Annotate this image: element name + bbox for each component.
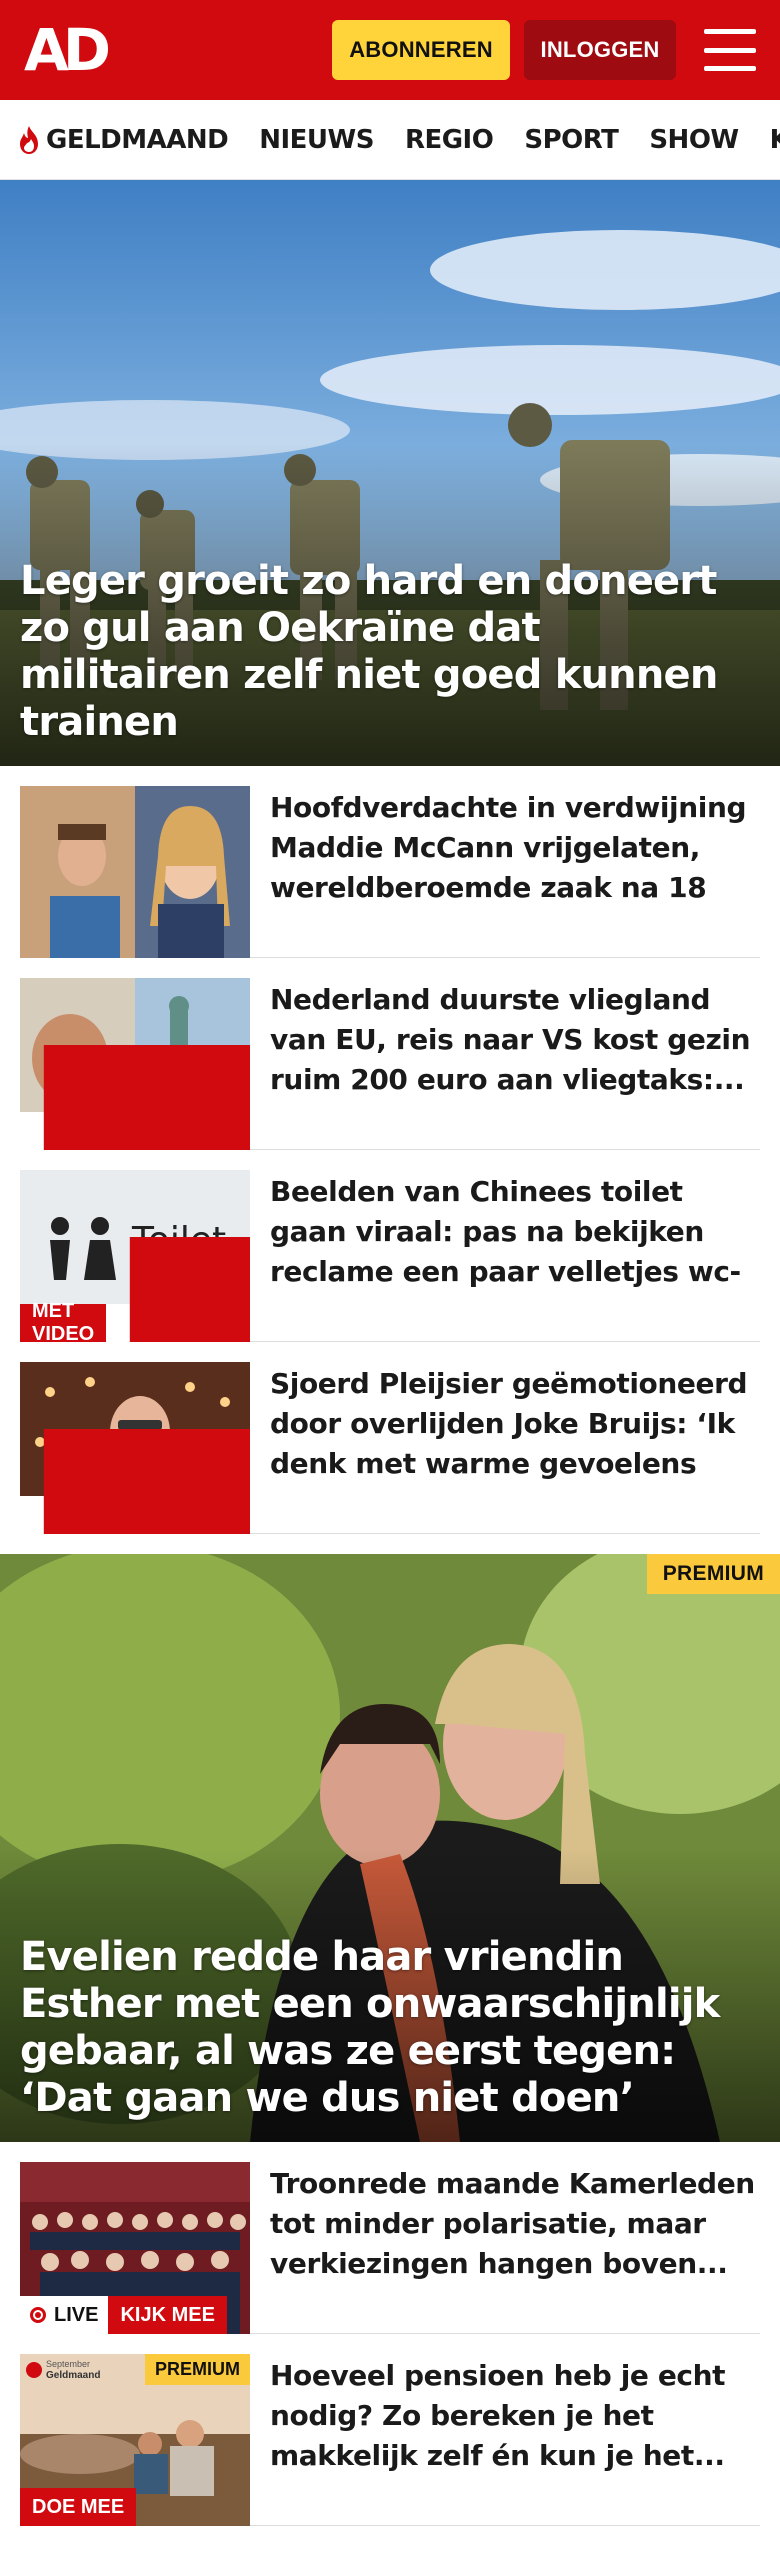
hero-headline: Evelien redde haar vriendin Esther met e… [20,1934,720,2121]
nav-item-nieuws[interactable]: NIEUWS [259,125,374,155]
nav-item-show[interactable]: SHOW [649,125,739,155]
geldmaand-logo-line2: Geldmaand [46,2370,100,2381]
login-button[interactable]: INLOGGEN [524,20,676,80]
live-badge[interactable]: LIVE [20,2296,109,2334]
article-thumbnail: LIVE KIJK MEE [20,2162,250,2334]
nav-item-label: GELDMAAND [46,124,229,155]
article-title: Nederland duurste vliegland van EU, reis… [270,983,751,1096]
article-thumbnail: 3 [20,1362,250,1534]
article-thumbnail: September Geldmaand PREMIUM DOE MEE [20,2354,250,2526]
nav-item-geldmaand[interactable]: GELDMAAND [16,124,229,155]
live-dot-icon [30,2307,46,2323]
article-title: Sjoerd Pleijsier geëmotioneerd door over… [270,1367,748,1480]
premium-badge: PREMIUM [145,2354,250,2385]
article-title: Troonrede maande Kamerleden tot minder p… [270,2167,755,2280]
list-item[interactable]: 3 Sjoerd Pleijsier geëmotioneerd door ov… [20,1342,760,1534]
subscribe-button[interactable]: ABONNEREN [332,20,510,80]
watch-live-button[interactable]: KIJK MEE [108,2296,227,2334]
comment-bubble-icon [43,1045,250,1150]
article-list-bottom: LIVE KIJK MEE Troonrede maande Kamerlede… [0,2142,780,2526]
article-title: Hoofdverdachte in verdwijning Maddie McC… [270,791,747,904]
article-thumbnail [20,786,250,958]
list-item[interactable]: LIVE KIJK MEE Troonrede maande Kamerlede… [20,2142,760,2334]
ad-logo[interactable]: AD [24,21,111,79]
hero-article-friends[interactable]: PREMIUM Evelien redde haar vriendin Esth… [0,1554,780,2142]
comment-count-badge[interactable]: 48 [20,1045,250,1150]
comment-bubble-icon [43,1429,250,1534]
site-header: AD ABONNEREN INLOGGEN [0,0,780,100]
list-item[interactable]: September Geldmaand PREMIUM DOE MEE Hoev… [20,2334,760,2526]
nav-item-regio[interactable]: REGIO [405,125,494,155]
comment-count-badge[interactable]: 3 [20,1429,250,1534]
list-item[interactable]: Toilet MET VIDEO 16 Beelden van Chinees … [20,1150,760,1342]
article-title: Hoeveel pensioen heb je echt nodig? Zo b… [270,2359,726,2472]
article-list-top: Hoofdverdachte in verdwijning Maddie McC… [0,766,780,1534]
comment-count-badge[interactable]: 16 [106,1237,250,1342]
hero-headline: Leger groeit zo hard en doneert zo gul a… [20,558,718,745]
article-thumbnail: 48 [20,978,250,1150]
list-item[interactable]: 48 Nederland duurste vliegland van EU, r… [20,958,760,1150]
participate-button[interactable]: DOE MEE [20,2488,137,2526]
geldmaand-logo-line1: September [46,2359,90,2369]
hero-article-military[interactable]: Leger groeit zo hard en doneert zo gul a… [0,180,780,766]
list-item[interactable]: Hoofdverdachte in verdwijning Maddie McC… [20,766,760,958]
premium-badge: PREMIUM [646,1554,780,1594]
hamburger-menu-icon[interactable] [704,29,756,71]
flame-icon [20,125,38,154]
video-badge[interactable]: MET VIDEO [20,1300,107,1342]
article-thumbnail: Toilet MET VIDEO 16 [20,1170,250,1342]
nav-item-kijk[interactable]: KIJK [770,125,780,155]
section-nav: GELDMAAND NIEUWS REGIO SPORT SHOW KIJK [0,100,780,180]
live-label: LIVE [54,2303,99,2326]
nav-item-sport[interactable]: SPORT [524,125,618,155]
article-title: Beelden van Chinees toilet gaan viraal: … [270,1175,741,1288]
comment-bubble-icon [130,1237,250,1342]
